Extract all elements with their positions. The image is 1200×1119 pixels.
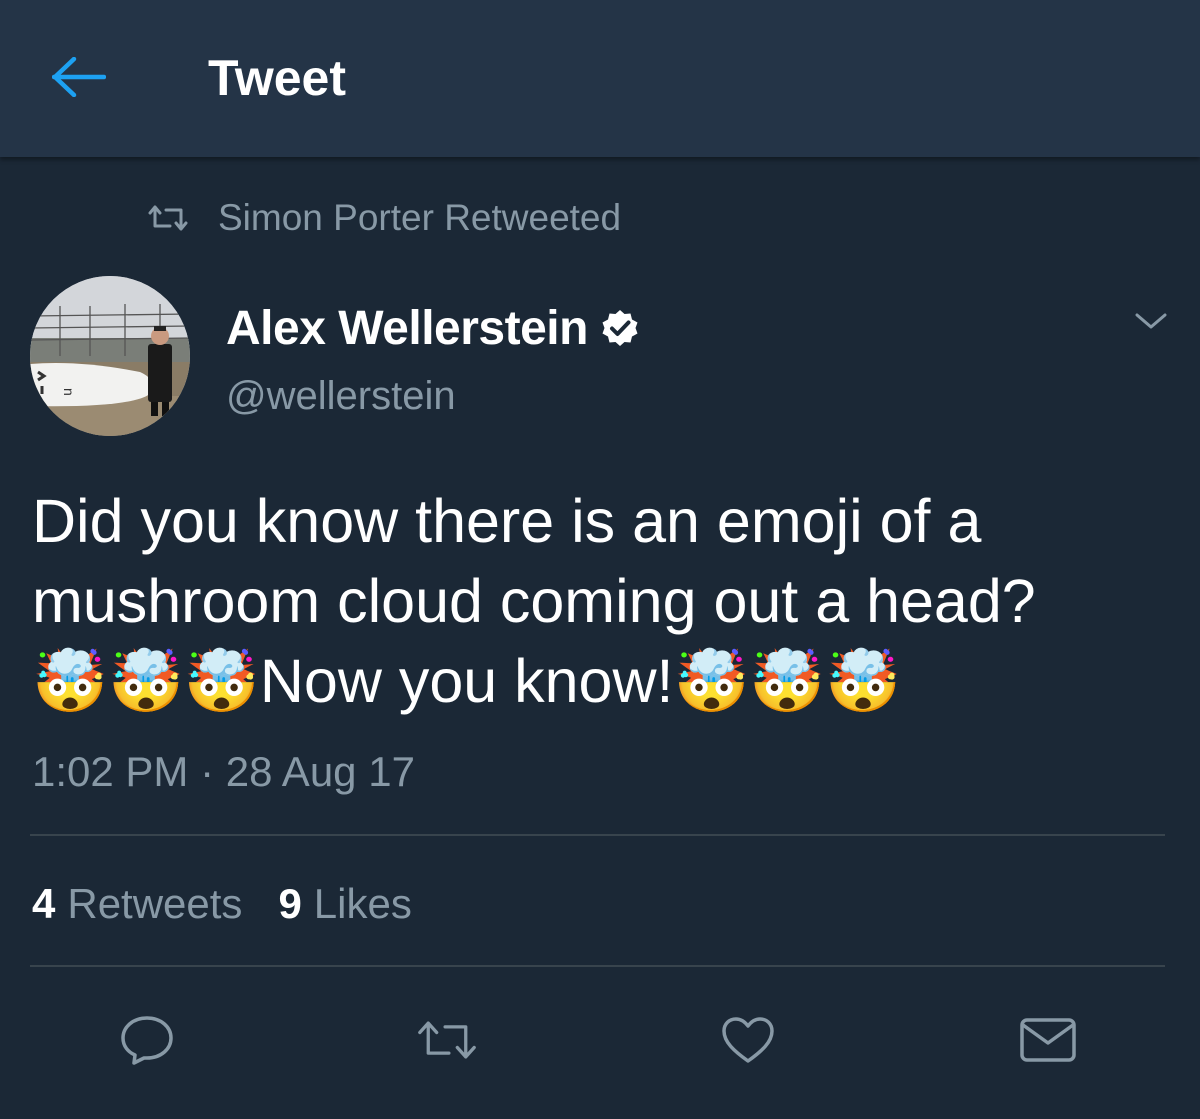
retweet-button[interactable] bbox=[417, 1010, 477, 1070]
retweets-count: 4 bbox=[32, 880, 56, 927]
like-button[interactable] bbox=[718, 1010, 778, 1070]
retweets-stat[interactable]: 4 Retweets bbox=[32, 880, 242, 928]
tweet-text: Did you know there is an emoji of a mush… bbox=[32, 487, 1036, 715]
author-handle[interactable]: @wellerstein bbox=[226, 372, 456, 420]
author-name-row[interactable]: Alex Wellerstein bbox=[226, 298, 642, 358]
share-button[interactable] bbox=[1018, 1010, 1078, 1070]
heart-icon bbox=[722, 1017, 774, 1063]
likes-label: Likes bbox=[313, 880, 412, 927]
retweet-context-text: Simon Porter Retweeted bbox=[218, 197, 622, 238]
reply-icon bbox=[121, 1016, 173, 1065]
tweet-options-button[interactable] bbox=[1128, 302, 1174, 340]
divider bbox=[30, 834, 1165, 836]
tweet-timestamp: 1:02 PM · 28 Aug 17 bbox=[32, 748, 415, 795]
avatar[interactable]: n bbox=[30, 276, 190, 436]
retweet-icon bbox=[418, 1021, 476, 1059]
chevron-down-icon bbox=[1135, 313, 1167, 329]
envelope-icon bbox=[1020, 1018, 1076, 1062]
retweet-icon bbox=[146, 203, 192, 233]
author-name: Alex Wellerstein bbox=[226, 301, 588, 355]
tweet-actions-bar bbox=[0, 1010, 1200, 1070]
likes-count: 9 bbox=[278, 880, 302, 927]
page-title: Tweet bbox=[208, 50, 346, 106]
likes-stat[interactable]: 9 Likes bbox=[278, 880, 411, 928]
back-button[interactable] bbox=[46, 48, 112, 106]
divider bbox=[30, 965, 1165, 967]
verified-badge-icon bbox=[600, 307, 642, 349]
retweet-context[interactable]: Simon Porter Retweeted bbox=[146, 193, 621, 243]
engagement-stats: 4 Retweets 9 Likes bbox=[32, 876, 448, 932]
svg-text:n: n bbox=[61, 388, 77, 396]
retweets-label: Retweets bbox=[67, 880, 243, 927]
arrow-left-icon bbox=[52, 57, 106, 97]
top-app-bar: Tweet bbox=[0, 0, 1200, 157]
reply-button[interactable] bbox=[117, 1010, 177, 1070]
tweet-detail-screen: Tweet Simon Porter Retweeted n Alex Well… bbox=[0, 0, 1200, 1119]
